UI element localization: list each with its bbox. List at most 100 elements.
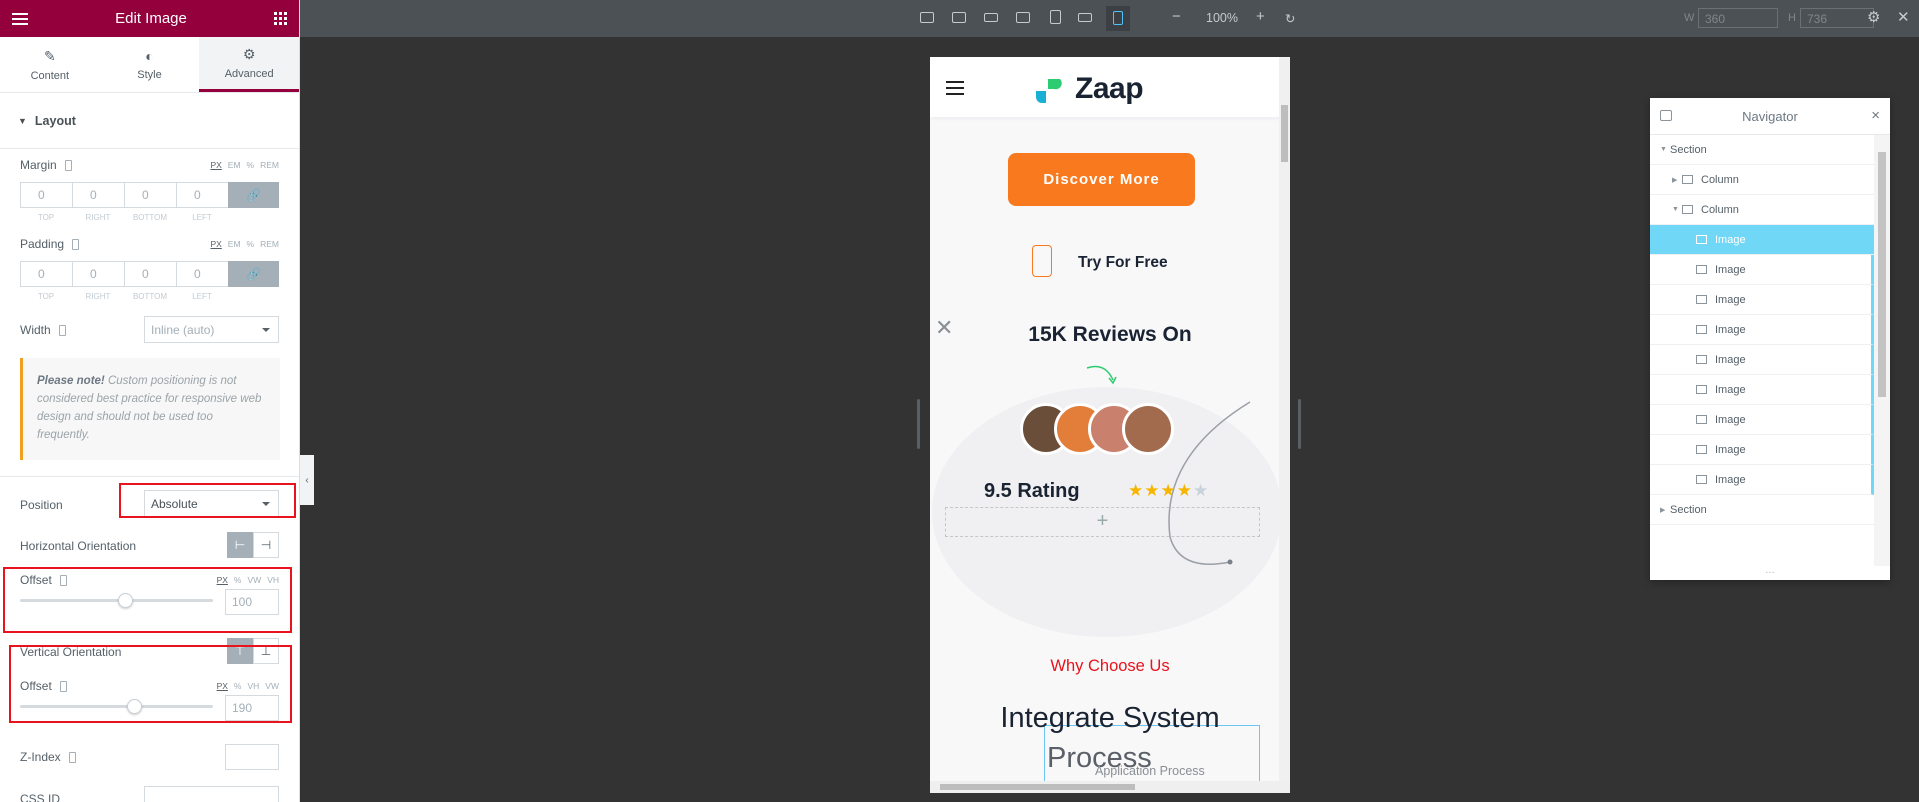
navigator-item-section[interactable]: ▶ Section — [1650, 495, 1874, 525]
tab-style[interactable]: ◐ Style — [100, 37, 200, 92]
navigator-item-image[interactable]: Image — [1650, 375, 1874, 405]
z-index-label: Z-Index — [20, 750, 61, 764]
navigator-item-image[interactable]: Image — [1650, 435, 1874, 465]
device-mobile-icon[interactable] — [72, 238, 80, 250]
margin-right-input[interactable]: 0 — [72, 182, 124, 208]
image-icon — [1696, 445, 1707, 454]
highlight-box — [9, 645, 292, 723]
navigator-scrollbar[interactable] — [1874, 135, 1890, 566]
unit-percent[interactable]: % — [247, 239, 255, 249]
navigator-item-image[interactable]: Image — [1650, 285, 1874, 315]
tablet-landscape-icon[interactable] — [1016, 12, 1030, 23]
caret-down-icon: ▼ — [18, 115, 27, 126]
desktop-icon[interactable] — [920, 12, 934, 23]
padding-units: PX EM % REM — [210, 239, 279, 249]
scroll-thumb[interactable] — [940, 784, 1135, 790]
unit-em[interactable]: EM — [228, 239, 241, 249]
responsive-toolbar: − 100% + ↻ W 360 H 736 ⚙ ✕ — [300, 0, 1919, 37]
align-right-icon[interactable]: ⊣ — [253, 532, 279, 558]
padding-right-input[interactable]: 0 — [72, 261, 124, 287]
navigator-item-image[interactable]: Image — [1650, 315, 1874, 345]
navigator-item-image[interactable]: Image — [1650, 405, 1874, 435]
unit-percent[interactable]: % — [247, 160, 255, 170]
preview-horizontal-scrollbar[interactable] — [930, 781, 1290, 793]
site-logo[interactable]: Zaap — [1075, 72, 1144, 106]
discover-more-button[interactable]: Discover More — [1008, 153, 1195, 206]
navigator-item-section[interactable]: ▼ Section — [1650, 135, 1874, 165]
menu-icon[interactable] — [946, 81, 964, 95]
resize-handle-right[interactable] — [1298, 399, 1301, 449]
gear-icon: ⚙ — [242, 46, 256, 62]
link-values-icon[interactable]: 🔗 — [228, 261, 279, 287]
padding-left-input[interactable]: 0 — [176, 261, 228, 287]
navigator-item-column[interactable]: ▼ Column — [1650, 195, 1874, 225]
navigator-item-label: Column — [1701, 173, 1739, 186]
navigator-title: Navigator — [1742, 108, 1798, 124]
unit-px[interactable]: PX — [210, 239, 221, 249]
star-icon: ★ — [1128, 481, 1145, 500]
unit-em[interactable]: EM — [228, 160, 241, 170]
image-icon — [1696, 295, 1707, 304]
margin-left-input[interactable]: 0 — [176, 182, 228, 208]
menu-icon[interactable] — [12, 12, 28, 25]
laptop-icon[interactable] — [984, 13, 998, 22]
height-input[interactable]: 736 — [1800, 8, 1874, 28]
device-mobile-icon[interactable] — [64, 159, 72, 171]
tab-content[interactable]: ✎ Content — [0, 37, 100, 92]
margin-label: Margin — [20, 158, 57, 172]
unit-rem[interactable]: REM — [260, 160, 279, 170]
navigator-resize-handle[interactable]: … — [1650, 566, 1890, 580]
device-mobile-icon[interactable] — [68, 751, 76, 763]
navigator-item-image[interactable]: Image — [1650, 465, 1874, 495]
navigator-item-label: Section — [1670, 143, 1707, 156]
device-mobile-icon[interactable] — [58, 324, 66, 336]
section-layout-toggle[interactable]: ▼ Layout — [0, 93, 299, 149]
image-icon — [1696, 325, 1707, 334]
navigator-item-label: Image — [1715, 323, 1746, 336]
panel-collapse-toggle[interactable]: ‹ — [300, 455, 314, 505]
margin-bottom-input[interactable]: 0 — [124, 182, 176, 208]
mobile-device-button[interactable] — [1106, 6, 1130, 31]
widescreen-icon[interactable] — [952, 12, 966, 23]
image-icon — [1696, 415, 1707, 424]
css-id-label: CSS ID — [20, 792, 61, 802]
width-input[interactable]: 360 — [1698, 8, 1778, 28]
unit-px[interactable]: PX — [210, 160, 221, 170]
z-index-input[interactable] — [225, 744, 279, 770]
zoom-level: 100% — [1206, 11, 1238, 25]
try-for-free-link[interactable]: Try For Free — [1078, 254, 1168, 272]
width-select[interactable]: Inline (auto) — [144, 316, 279, 343]
preview-vertical-scrollbar[interactable] — [1279, 57, 1290, 781]
navigator-item-column[interactable]: ▶ Column — [1650, 165, 1874, 195]
padding-top-input[interactable]: 0 — [20, 261, 72, 287]
add-element-placeholder[interactable]: + — [945, 507, 1260, 537]
tablet-icon[interactable] — [1050, 10, 1061, 24]
reset-zoom-icon[interactable]: ↻ — [1285, 11, 1295, 26]
resize-handle-left[interactable] — [917, 399, 920, 449]
star-icon: ★ — [1160, 481, 1177, 500]
scroll-thumb[interactable] — [1281, 105, 1288, 162]
collapse-all-icon[interactable] — [1660, 110, 1672, 121]
navigator-item-image[interactable]: Image — [1650, 255, 1874, 285]
unit-rem[interactable]: REM — [260, 239, 279, 249]
width-label: W — [1684, 12, 1695, 24]
css-id-input[interactable] — [144, 786, 279, 802]
widgets-grid-icon[interactable] — [274, 12, 287, 25]
site-header: Zaap — [930, 57, 1290, 117]
navigator-header[interactable]: Navigator × — [1650, 98, 1890, 135]
scroll-thumb[interactable] — [1878, 152, 1886, 397]
close-icon[interactable]: × — [1871, 107, 1880, 124]
navigator-item-image[interactable]: Image — [1650, 345, 1874, 375]
zoom-in-icon[interactable]: + — [1256, 8, 1265, 25]
navigator-item-label: Image — [1715, 473, 1746, 486]
close-icon[interactable]: ✕ — [1897, 8, 1910, 26]
link-values-icon[interactable]: 🔗 — [228, 182, 279, 208]
mobile-landscape-icon[interactable] — [1078, 13, 1092, 22]
zoom-out-icon[interactable]: − — [1172, 8, 1181, 25]
tab-advanced[interactable]: ⚙ Advanced — [199, 37, 299, 92]
margin-top-input[interactable]: 0 — [20, 182, 72, 208]
padding-bottom-input[interactable]: 0 — [124, 261, 176, 287]
align-left-icon[interactable]: ⊢ — [227, 532, 253, 558]
gear-icon[interactable]: ⚙ — [1867, 8, 1880, 26]
navigator-item-image-selected[interactable]: Image — [1650, 225, 1874, 255]
